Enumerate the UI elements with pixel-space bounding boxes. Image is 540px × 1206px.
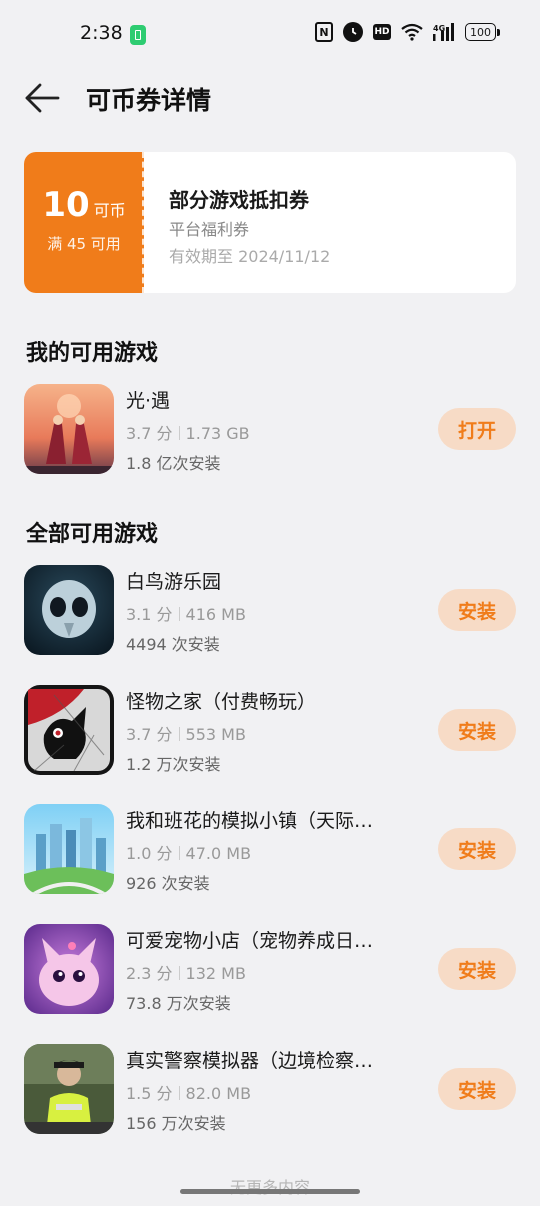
coupon-amount-unit: 可币 — [93, 201, 126, 220]
list-item[interactable]: 怪物之家（付费畅玩） 3.7 分 553 MB 1.2 万次安装 安装 — [24, 685, 516, 777]
app-meta: 1.5 分 82.0 MB — [126, 1080, 251, 1104]
app-icon-monster-house — [24, 685, 114, 775]
app-name: 真实警察模拟器（边境检察… — [126, 1050, 374, 1072]
meta-divider — [178, 727, 180, 741]
app-rating: 3.1 分 — [126, 605, 173, 624]
app-name: 怪物之家（付费畅玩） — [126, 691, 317, 713]
app-name: 我和班花的模拟小镇（天际… — [126, 810, 374, 832]
back-button[interactable] — [22, 80, 62, 116]
app-installs: 156 万次安装 — [126, 1114, 226, 1133]
app-icon-town-simulator — [24, 804, 114, 894]
app-name: 光·遇 — [126, 390, 171, 412]
list-item[interactable]: 真实警察模拟器（边境检察… 1.5 分 82.0 MB 156 万次安装 安装 — [24, 1044, 516, 1136]
signal-4g-icon: 4G — [433, 23, 455, 41]
app-size: 416 MB — [185, 605, 246, 624]
header: 可币券详情 — [0, 72, 540, 124]
back-arrow-icon — [25, 83, 60, 113]
app-size: 1.73 GB — [185, 424, 250, 443]
status-bar: 2:38 N HD 4G 100 — [0, 0, 540, 70]
coupon-validity: 有效期至 2024/11/12 — [169, 247, 331, 266]
coupon-title: 部分游戏抵扣券 — [169, 188, 309, 212]
coupon-amount: 10 可币 — [24, 185, 144, 225]
app-rating: 3.7 分 — [126, 424, 173, 443]
app-rating: 1.5 分 — [126, 1084, 173, 1103]
alarm-icon — [343, 22, 363, 42]
coupon-card: 10 可币 满 45 可用 部分游戏抵扣券 平台福利券 有效期至 2024/11… — [24, 152, 516, 293]
app-installs: 1.8 亿次安装 — [126, 454, 221, 473]
coupon-amount-number: 10 — [42, 185, 90, 225]
meta-divider — [178, 1086, 180, 1100]
app-installs: 926 次安装 — [126, 874, 210, 893]
section-title-all-games: 全部可用游戏 — [26, 522, 159, 547]
app-icon-pet-shop — [24, 924, 114, 1014]
app-installs: 1.2 万次安装 — [126, 755, 221, 774]
nfc-icon: N — [315, 22, 333, 42]
status-icons: N HD 4G 100 — [315, 22, 500, 42]
app-rating: 1.0 分 — [126, 844, 173, 863]
battery-level: 100 — [470, 25, 491, 39]
app-size: 132 MB — [185, 964, 246, 983]
list-item[interactable]: 可爱宠物小店（宠物养成日… 2.3 分 132 MB 73.8 万次安装 安装 — [24, 924, 516, 1016]
coupon-value-panel: 10 可币 满 45 可用 — [24, 152, 144, 293]
app-rating: 2.3 分 — [126, 964, 173, 983]
coupon-type: 平台福利券 — [169, 220, 250, 239]
app-name: 白鸟游乐园 — [126, 571, 222, 593]
app-icon-sky — [24, 384, 114, 474]
coupon-condition: 满 45 可用 — [47, 235, 121, 253]
install-button[interactable]: 安装 — [438, 589, 516, 631]
app-meta: 1.0 分 47.0 MB — [126, 840, 251, 864]
install-button[interactable]: 安装 — [438, 948, 516, 990]
app-meta: 3.1 分 416 MB — [126, 601, 246, 625]
list-item[interactable]: 光·遇 3.7 分 1.73 GB 1.8 亿次安装 打开 — [24, 384, 516, 476]
install-button[interactable]: 安装 — [438, 709, 516, 751]
app-size: 553 MB — [185, 725, 246, 744]
home-indicator[interactable] — [180, 1189, 360, 1194]
meta-divider — [178, 607, 180, 621]
meta-divider — [178, 426, 180, 440]
app-size: 47.0 MB — [185, 844, 252, 863]
app-installs: 73.8 万次安装 — [126, 994, 231, 1013]
app-icon-white-bird-park — [24, 565, 114, 655]
meta-divider — [178, 966, 180, 980]
app-meta: 3.7 分 1.73 GB — [126, 420, 250, 444]
hd-icon: HD — [373, 24, 391, 40]
battery-icon: 100 — [465, 23, 500, 41]
page-title: 可币券详情 — [86, 86, 212, 115]
app-size: 82.0 MB — [185, 1084, 252, 1103]
install-button[interactable]: 安装 — [438, 1068, 516, 1110]
app-installs: 4494 次安装 — [126, 635, 220, 654]
app-meta: 3.7 分 553 MB — [126, 721, 246, 745]
wifi-icon — [401, 23, 423, 41]
app-icon-police-simulator — [24, 1044, 114, 1134]
list-item[interactable]: 我和班花的模拟小镇（天际… 1.0 分 47.0 MB 926 次安装 安装 — [24, 804, 516, 896]
app-rating: 3.7 分 — [126, 725, 173, 744]
battery-saver-icon — [130, 25, 146, 45]
status-time: 2:38 — [80, 22, 123, 44]
install-button[interactable]: 安装 — [438, 828, 516, 870]
app-meta: 2.3 分 132 MB — [126, 960, 246, 984]
app-name: 可爱宠物小店（宠物养成日… — [126, 930, 374, 952]
list-item[interactable]: 白鸟游乐园 3.1 分 416 MB 4494 次安装 安装 — [24, 565, 516, 657]
meta-divider — [178, 846, 180, 860]
end-of-list-text: 无更多内容 — [229, 1178, 310, 1197]
section-title-my-games: 我的可用游戏 — [26, 341, 159, 366]
open-button[interactable]: 打开 — [438, 408, 516, 450]
